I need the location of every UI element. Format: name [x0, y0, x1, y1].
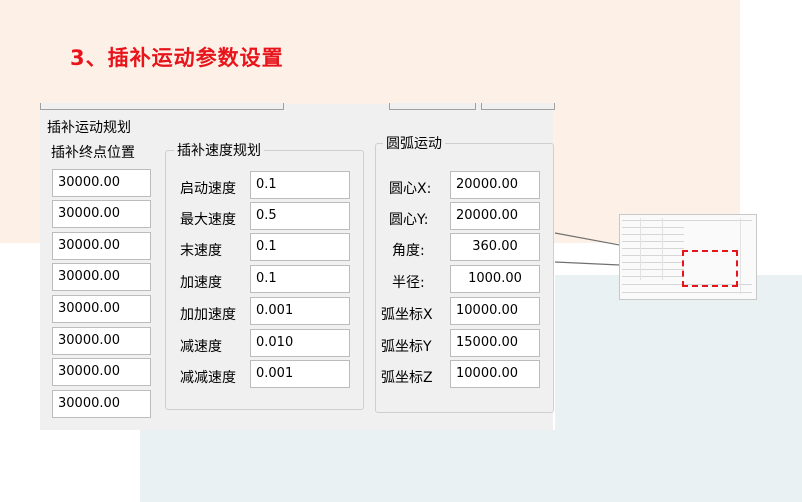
thumbnail-row [622, 262, 684, 263]
endpoint-field-8[interactable]: 30000.00 [52, 390, 151, 418]
endpoint-panel-title: 插补终点位置 [51, 145, 135, 161]
center-x-field[interactable]: 20000.00 [450, 171, 540, 199]
endpoint-field-6[interactable]: 30000.00 [52, 327, 151, 355]
acceleration-label: 加速度 [180, 275, 222, 291]
dialog-title: 插补运动规划 [47, 120, 131, 136]
deceleration-label: 减速度 [180, 339, 222, 355]
jerk-field[interactable]: 0.001 [250, 297, 350, 325]
slide-background-blue-bottom [140, 430, 802, 502]
radius-label: 半径: [392, 275, 425, 291]
arc-z-field[interactable]: 10000.00 [450, 360, 540, 388]
endpoint-field-2[interactable]: 30000.00 [52, 200, 151, 228]
top-button-2[interactable] [481, 103, 555, 110]
decel-jerk-label: 减减速度 [180, 370, 236, 386]
end-speed-field[interactable]: 0.1 [250, 233, 350, 261]
end-speed-label: 末速度 [180, 243, 222, 259]
endpoint-field-3[interactable]: 30000.00 [52, 232, 151, 260]
arc-group-title: 圆弧运动 [383, 133, 445, 153]
thumbnail-highlight-box [682, 250, 738, 287]
angle-field[interactable]: 360.00 [450, 233, 540, 261]
center-x-label: 圆心X: [389, 181, 432, 197]
top-field-left [40, 103, 284, 110]
start-speed-field[interactable]: 0.1 [250, 171, 350, 199]
start-speed-label: 启动速度 [180, 181, 236, 197]
max-speed-label: 最大速度 [180, 212, 236, 228]
decel-jerk-field[interactable]: 0.001 [250, 360, 350, 388]
angle-label: 角度: [392, 243, 425, 259]
thumbnail-row [622, 234, 684, 235]
arc-z-label: 弧坐标Z [381, 370, 433, 386]
thumbnail-row [622, 248, 684, 249]
arc-x-field[interactable]: 10000.00 [450, 297, 540, 325]
radius-field[interactable]: 1000.00 [450, 265, 540, 293]
thumbnail-row [622, 292, 752, 293]
thumbnail-row [622, 241, 684, 242]
thumbnail-row [622, 255, 684, 256]
endpoint-field-5[interactable]: 30000.00 [52, 295, 151, 323]
thumbnail-column [740, 218, 741, 294]
speed-group-title: 插补速度规划 [174, 140, 264, 160]
thumbnail-column [640, 218, 641, 280]
thumbnail-row [622, 269, 684, 270]
max-speed-field[interactable]: 0.5 [250, 202, 350, 230]
thumbnail-column [662, 218, 663, 280]
jerk-label: 加加速度 [180, 307, 236, 323]
thumbnail-row [622, 227, 684, 228]
deceleration-field[interactable]: 0.010 [250, 329, 350, 357]
endpoint-field-1[interactable]: 30000.00 [52, 169, 151, 197]
arc-y-label: 弧坐标Y [381, 339, 432, 355]
endpoint-field-4[interactable]: 30000.00 [52, 263, 151, 291]
center-y-field[interactable]: 20000.00 [450, 202, 540, 230]
thumbnail-row [622, 220, 752, 221]
acceleration-field[interactable]: 0.1 [250, 265, 350, 293]
arc-y-field[interactable]: 15000.00 [450, 329, 540, 357]
endpoint-field-7[interactable]: 30000.00 [52, 358, 151, 386]
top-button-1[interactable] [389, 103, 476, 110]
page-title: 3、插补运动参数设置 [70, 46, 284, 70]
arc-x-label: 弧坐标X [381, 307, 433, 323]
center-y-label: 圆心Y: [389, 212, 429, 228]
thumbnail-row [622, 276, 684, 277]
